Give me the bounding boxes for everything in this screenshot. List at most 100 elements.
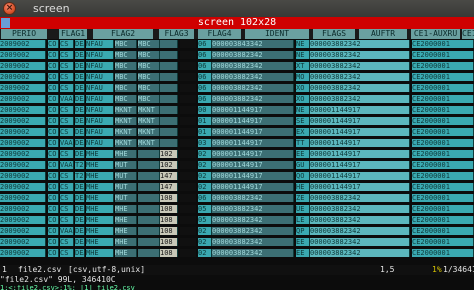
table-cell[interactable]: MKNT (115, 106, 137, 114)
table-cell[interactable]: 102 (160, 161, 178, 169)
table-cell[interactable]: MHE (115, 238, 137, 246)
command-line[interactable]: "file2.csv" 99L, 346410C (0, 275, 474, 285)
table-row[interactable]: 2009002COCSDEAMHEMHE10802000003882342EE0… (0, 249, 474, 257)
table-cell[interactable]: CO (48, 117, 59, 125)
table-cell[interactable]: 000003882342 (310, 205, 410, 213)
table-cell[interactable]: HE (296, 183, 310, 191)
table-cell[interactable]: 2009002 (0, 40, 46, 48)
table-cell[interactable] (160, 62, 178, 70)
table-cell[interactable] (138, 227, 160, 235)
table-cell[interactable]: CE2000001 (412, 84, 474, 92)
table-cell[interactable]: 06 (198, 194, 212, 202)
table-cell[interactable]: 000003882342 (310, 227, 410, 235)
table-cell[interactable] (180, 216, 196, 224)
table-cell[interactable]: MHE (86, 216, 114, 224)
table-cell[interactable]: CO (48, 183, 59, 191)
table-cell[interactable]: 05 (198, 205, 212, 213)
table-cell[interactable]: 06 (198, 51, 212, 59)
table-cell[interactable]: 2009002 (0, 238, 46, 246)
table-cell[interactable]: CE2000001 (412, 227, 474, 235)
table-cell[interactable]: 02 (198, 183, 212, 191)
table-cell[interactable]: 2009002 (0, 172, 46, 180)
table-cell[interactable]: CE2000001 (412, 117, 474, 125)
table-cell[interactable]: 000001144917 (310, 161, 410, 169)
table-cell[interactable]: TT (296, 139, 310, 147)
table-cell[interactable]: EX (296, 128, 310, 136)
table-cell[interactable]: CE2000001 (412, 205, 474, 213)
table-cell[interactable]: 06 (198, 95, 212, 103)
table-cell[interactable]: LE (296, 216, 310, 224)
table-cell[interactable]: CO (48, 128, 59, 136)
table-cell[interactable]: MHE (115, 150, 137, 158)
table-cell[interactable] (160, 40, 178, 48)
table-cell[interactable]: VAA (60, 227, 74, 235)
table-cell[interactable]: DEA (75, 128, 85, 136)
table-row[interactable]: 2009002COCSDEAMHEMHE10805000003882342LE0… (0, 216, 474, 224)
table-cell[interactable]: 000003882342 (212, 238, 294, 246)
table-cell[interactable]: CE2000001 (412, 238, 474, 246)
table-cell[interactable] (180, 139, 196, 147)
table-cell[interactable]: 102 (160, 150, 178, 158)
table-cell[interactable]: QO (296, 172, 310, 180)
table-cell[interactable]: CE2000001 (412, 40, 474, 48)
table-cell[interactable]: 2009002 (0, 106, 46, 114)
table-cell[interactable]: CS (60, 172, 74, 180)
table-cell[interactable]: NFAU (86, 139, 114, 147)
table-cell[interactable]: MBC (115, 84, 137, 92)
table-cell[interactable] (180, 84, 196, 92)
table-cell[interactable]: MHE (86, 249, 114, 257)
table-cell[interactable]: 000003882342 (212, 205, 294, 213)
table-cell[interactable]: 2009002 (0, 95, 46, 103)
table-cell[interactable]: QP (296, 227, 310, 235)
table-cell[interactable]: NFAU (86, 73, 114, 81)
table-cell[interactable]: MBC (138, 62, 160, 70)
table-row[interactable]: 2009002COCSDEAMHEMUT14702000001144917HE0… (0, 183, 474, 191)
table-cell[interactable]: 000001144917 (310, 150, 410, 158)
table-cell[interactable]: DEA (75, 249, 85, 257)
table-cell[interactable]: DEA (75, 51, 85, 59)
table-cell[interactable]: NFAU (86, 95, 114, 103)
table-cell[interactable]: MKNT (138, 117, 160, 125)
table-cell[interactable]: CE2000001 (412, 216, 474, 224)
table-cell[interactable]: MBC (138, 95, 160, 103)
table-cell[interactable]: 02 (198, 249, 212, 257)
table-cell[interactable] (138, 150, 160, 158)
table-cell[interactable]: 000003882342 (212, 51, 294, 59)
table-cell[interactable]: 000001144917 (310, 139, 410, 147)
table-cell[interactable] (138, 216, 160, 224)
table-cell[interactable]: MHE (115, 249, 137, 257)
table-cell[interactable]: CO (48, 194, 59, 202)
table-cell[interactable]: CS (60, 73, 74, 81)
table-cell[interactable]: 108 (160, 205, 178, 213)
table-cell[interactable]: MHE (86, 172, 114, 180)
table-cell[interactable]: 06 (198, 84, 212, 92)
table-cell[interactable]: SE (296, 117, 310, 125)
table-cell[interactable]: 147 (160, 183, 178, 191)
table-row[interactable]: 2009002COVAADEAMHEMHE10802000003882342QP… (0, 227, 474, 235)
table-cell[interactable]: 000001144917 (310, 128, 410, 136)
table-cell[interactable]: MHE (115, 227, 137, 235)
table-cell[interactable]: EE (296, 249, 310, 257)
table-cell[interactable]: MHE (86, 150, 114, 158)
table-cell[interactable]: DEA (75, 216, 85, 224)
table-cell[interactable]: 108 (160, 238, 178, 246)
table-cell[interactable]: CE2000001 (412, 161, 474, 169)
table-cell[interactable]: MUT (115, 194, 137, 202)
table-cell[interactable]: 02 (198, 227, 212, 235)
table-cell[interactable]: CE2000001 (412, 150, 474, 158)
table-cell[interactable] (180, 95, 196, 103)
table-cell[interactable]: NFAU (86, 128, 114, 136)
table-cell[interactable]: MO (296, 73, 310, 81)
table-cell[interactable]: UE (296, 205, 310, 213)
table-cell[interactable]: 000003882342 (310, 40, 410, 48)
table-cell[interactable]: VAA (60, 161, 74, 169)
table-cell[interactable]: MBC (138, 84, 160, 92)
table-cell[interactable]: CE2000001 (412, 95, 474, 103)
table-cell[interactable]: VAA (60, 139, 74, 147)
table-cell[interactable] (180, 51, 196, 59)
table-cell[interactable]: DEA (75, 73, 85, 81)
table-cell[interactable]: CS (60, 84, 74, 92)
table-cell[interactable]: CE2000001 (412, 106, 474, 114)
close-icon[interactable]: × (3, 2, 16, 15)
table-cell[interactable]: MUT (115, 161, 137, 169)
